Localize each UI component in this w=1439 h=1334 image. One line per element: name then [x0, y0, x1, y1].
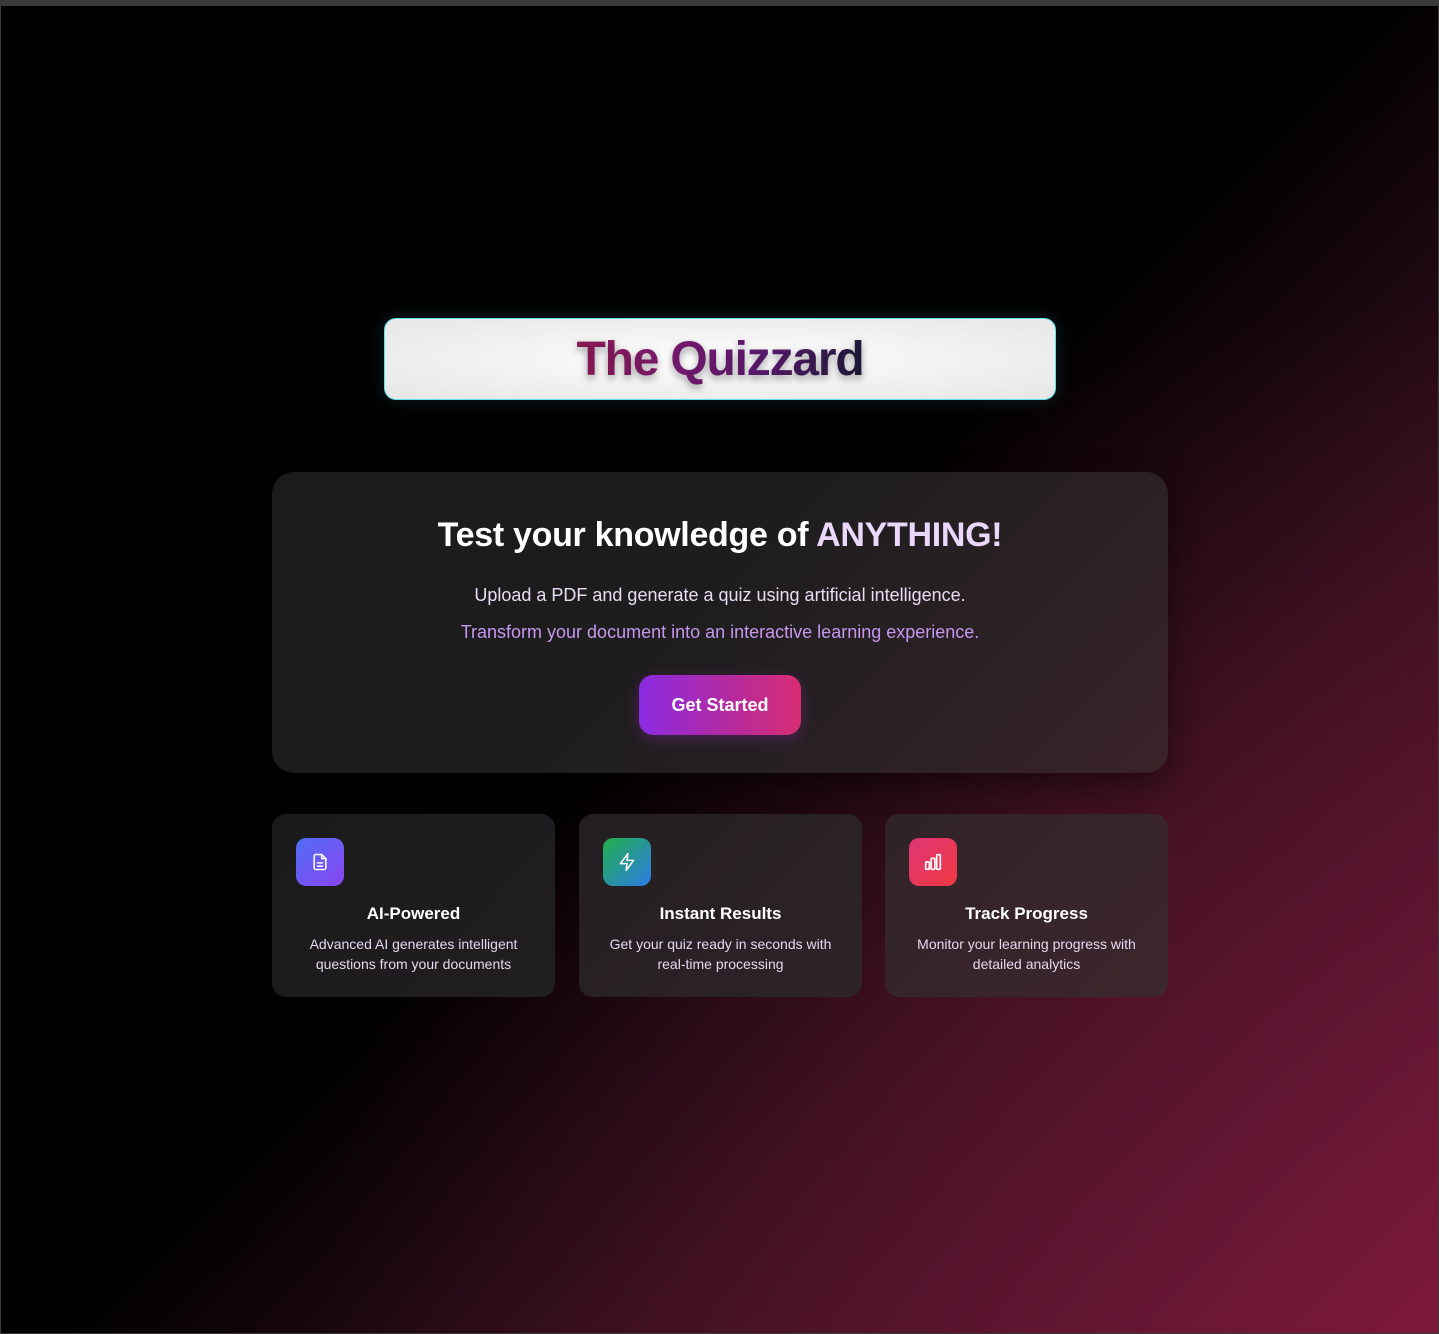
- page-background: The Quizzard Test your knowledge of ANYT…: [1, 6, 1438, 1333]
- hero-heading-highlight: ANYTHING!: [816, 516, 1003, 554]
- hero-card: Test your knowledge of ANYTHING! Upload …: [272, 472, 1168, 773]
- feature-card-instant-results: Instant Results Get your quiz ready in s…: [579, 814, 862, 997]
- get-started-button[interactable]: Get Started: [639, 675, 801, 735]
- bar-chart-icon: [909, 838, 957, 886]
- feature-title: Track Progress: [965, 904, 1088, 923]
- hero-heading: Test your knowledge of ANYTHING!: [272, 516, 1168, 555]
- hero-tagline: Transform your document into an interact…: [460, 622, 980, 642]
- hero-heading-prefix: Test your knowledge of: [437, 516, 817, 554]
- app-title: The Quizzard: [576, 332, 865, 386]
- hero-subtitle: Upload a PDF and generate a quiz using a…: [474, 585, 966, 605]
- feature-description: Get your quiz ready in seconds with real…: [609, 936, 832, 972]
- feature-description: Advanced AI generates intelligent questi…: [309, 936, 518, 972]
- lightning-icon: [603, 838, 651, 886]
- feature-title: Instant Results: [659, 904, 782, 923]
- document-icon: [296, 838, 344, 886]
- feature-title: AI-Powered: [366, 904, 461, 923]
- app-title-banner: The Quizzard: [384, 318, 1056, 400]
- feature-description: Monitor your learning progress with deta…: [917, 936, 1136, 972]
- feature-card-track-progress: Track Progress Monitor your learning pro…: [885, 814, 1168, 997]
- feature-card-ai-powered: AI-Powered Advanced AI generates intelli…: [272, 814, 555, 997]
